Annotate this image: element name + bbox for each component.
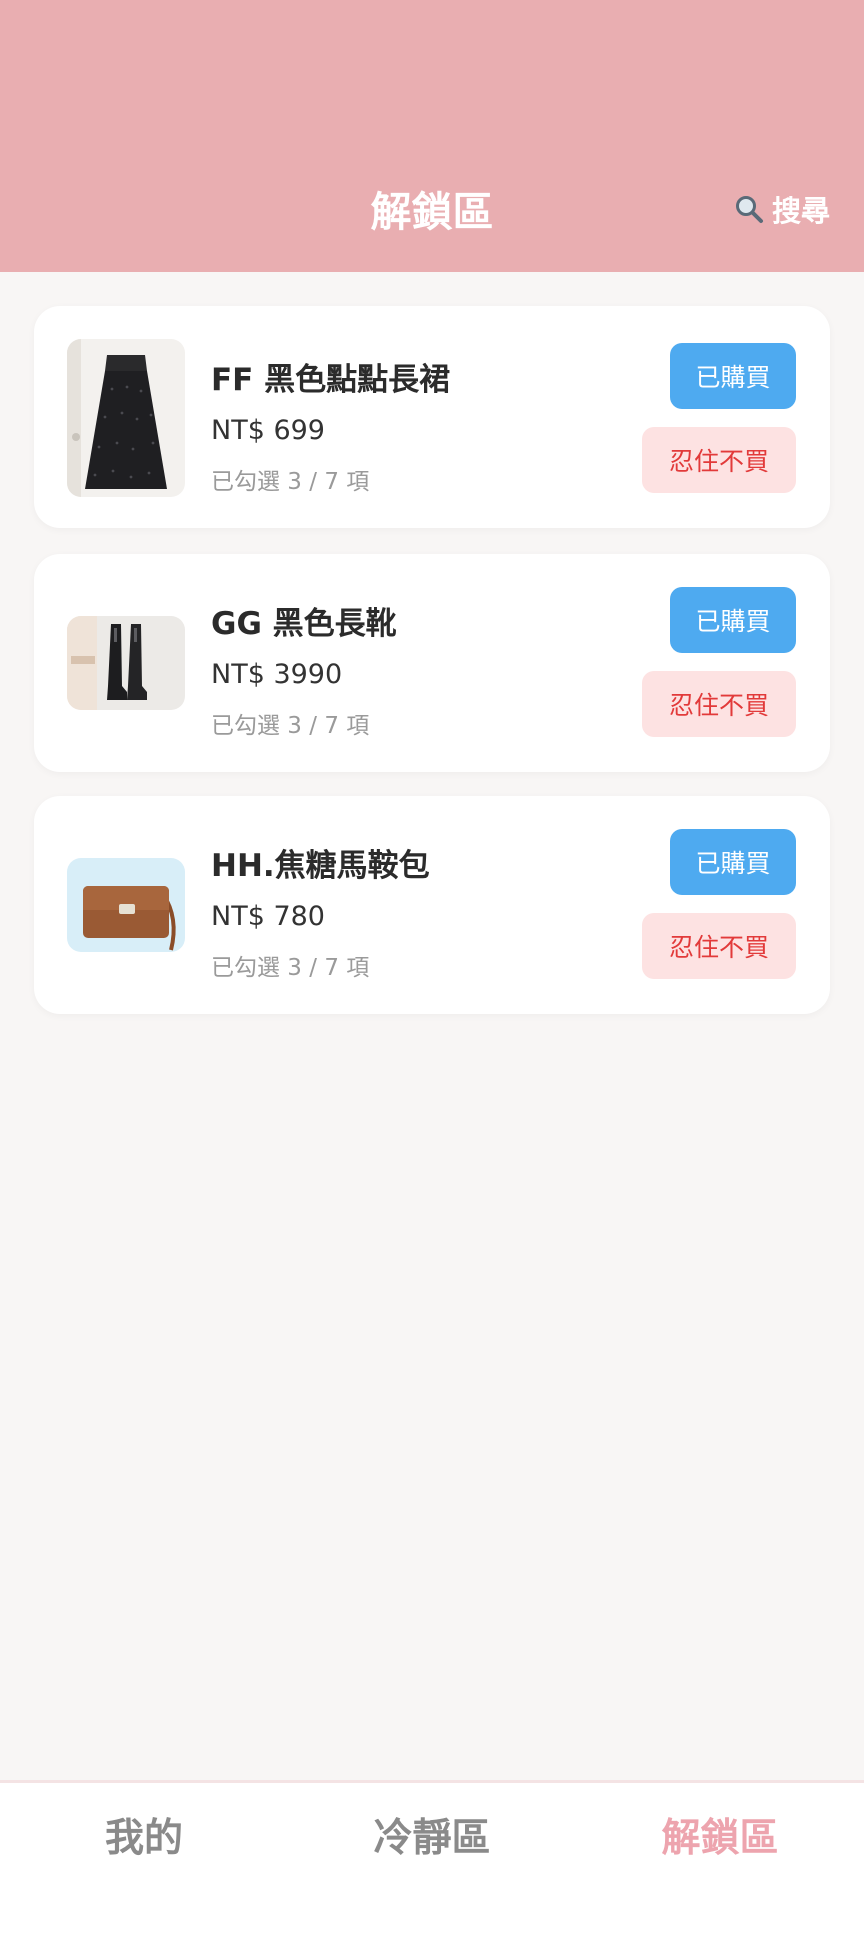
bought-button[interactable]: 已購買 [670,343,796,409]
tab-unlock-zone[interactable]: 解鎖區 [576,1807,864,1863]
tab-mine[interactable]: 我的 [0,1807,288,1863]
bought-button[interactable]: 已購買 [670,829,796,895]
search-button[interactable]: 搜尋 [734,188,830,230]
item-price: NT$ 3990 [211,659,343,690]
resist-button[interactable]: 忍住不買 [642,427,796,493]
item-checklist-progress: 已勾選 3 / 7 項 [211,469,370,495]
item-checklist-progress: 已勾選 3 / 7 項 [211,955,370,981]
item-info: HH.焦糖馬鞍包 NT$ 780 已勾選 3 / 7 項 [211,840,430,982]
item-name: HH.焦糖馬鞍包 [211,848,430,884]
tab-cooldown-zone[interactable]: 冷靜區 [288,1807,576,1863]
caramel-saddle-bag-image [67,858,185,952]
bottom-tab-bar: 我的 冷靜區 解鎖區 [0,1780,864,1942]
item-checklist-progress: 已勾選 3 / 7 項 [211,713,370,739]
item-card[interactable]: GG 黑色長靴 NT$ 3990 已勾選 3 / 7 項 已購買 忍住不買 [34,554,830,772]
bought-button[interactable]: 已購買 [670,587,796,653]
app-header: 解鎖區 搜尋 [0,0,864,272]
search-label: 搜尋 [771,194,830,228]
item-card[interactable]: HH.焦糖馬鞍包 NT$ 780 已勾選 3 / 7 項 已購買 忍住不買 [34,796,830,1014]
black-boots-image [67,616,185,710]
item-price: NT$ 699 [211,415,325,446]
item-price: NT$ 780 [211,901,325,932]
unlocked-item-list: FF 黑色點點長裙 NT$ 699 已勾選 3 / 7 項 已購買 忍住不買 G… [34,306,830,1014]
item-card[interactable]: FF 黑色點點長裙 NT$ 699 已勾選 3 / 7 項 已購買 忍住不買 [34,306,830,528]
black-polka-dot-skirt-image [67,339,185,497]
item-info: FF 黑色點點長裙 NT$ 699 已勾選 3 / 7 項 [211,354,450,496]
resist-button[interactable]: 忍住不買 [642,913,796,979]
item-name: FF 黑色點點長裙 [211,362,451,398]
item-info: GG 黑色長靴 NT$ 3990 已勾選 3 / 7 項 [211,598,397,740]
search-icon [735,196,763,223]
resist-button[interactable]: 忍住不買 [642,671,796,737]
item-name: GG 黑色長靴 [211,606,397,642]
